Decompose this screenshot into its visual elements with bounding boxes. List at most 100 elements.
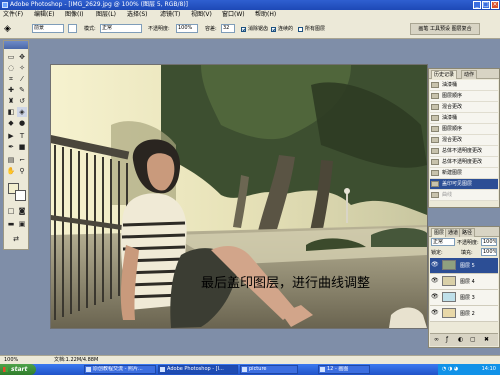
- move-tool-icon[interactable]: ✥: [17, 52, 27, 62]
- palette-well-tabs[interactable]: 画笔 工具预设 图层复合: [410, 23, 480, 35]
- menu-layer[interactable]: 图层(L): [96, 10, 116, 20]
- menu-help[interactable]: 帮助(H): [255, 10, 276, 20]
- background-color-swatch[interactable]: [15, 190, 26, 201]
- taskbar-item[interactable]: picture: [240, 365, 298, 374]
- history-item[interactable]: 混合更改: [430, 102, 498, 113]
- history-item[interactable]: 图层顺序: [430, 91, 498, 102]
- slice-tool-icon[interactable]: ⁄: [17, 74, 27, 84]
- menu-window[interactable]: 窗口(W): [222, 10, 245, 20]
- clone-stamp-icon[interactable]: ♜: [6, 96, 16, 106]
- path-selection-icon[interactable]: ▶: [6, 131, 16, 141]
- dodge-tool-icon[interactable]: ●: [17, 118, 27, 128]
- eye-icon[interactable]: 👁: [431, 262, 439, 268]
- layer-opacity-label: 不透明度:: [457, 240, 479, 246]
- menu-image[interactable]: 图像(I): [65, 10, 83, 20]
- layer-name: 图层 2: [460, 311, 475, 317]
- mode-select[interactable]: 正常: [100, 24, 142, 33]
- tab-history[interactable]: 历史记录: [431, 70, 458, 79]
- eye-icon[interactable]: 👁: [431, 310, 439, 316]
- brush-tool-icon[interactable]: ✎: [17, 85, 27, 95]
- mask-icon[interactable]: ◐: [458, 336, 463, 343]
- menu-file[interactable]: 文件(F): [3, 10, 23, 20]
- taskbar-item[interactable]: 12 - 画图: [318, 365, 370, 374]
- layer-name: 图层 4: [460, 279, 475, 285]
- paint-bucket-tool-icon[interactable]: ◈: [17, 107, 27, 117]
- fullscreen-mode-icon[interactable]: ▣: [17, 219, 27, 229]
- tray-icons[interactable]: ◔ ◑ ◕: [442, 364, 458, 375]
- type-tool-icon[interactable]: T: [17, 131, 27, 141]
- blend-mode-select[interactable]: 正常: [431, 238, 455, 246]
- contiguous-checkbox[interactable]: [271, 27, 276, 32]
- fill-source-select[interactable]: 前景: [32, 24, 64, 33]
- magic-wand-tool-icon[interactable]: ✧: [17, 63, 27, 73]
- maximize-button[interactable]: □: [482, 1, 490, 9]
- windows-logo-icon: [3, 367, 8, 372]
- layer-style-icon[interactable]: ƒ: [446, 336, 448, 343]
- layer-thumbnail: [442, 308, 456, 318]
- layer-row[interactable]: 👁 图层 3: [430, 290, 498, 306]
- link-icon[interactable]: ∞: [434, 336, 439, 343]
- zoom-tool-icon[interactable]: ⚲: [17, 166, 27, 176]
- layer-row[interactable]: 👁 图层 2: [430, 306, 498, 322]
- opacity-label: 不透明度:: [148, 26, 170, 32]
- windows-taskbar: start 原创教程交流 - 照片... Adobe Photoshop - […: [0, 364, 500, 375]
- shape-tool-icon[interactable]: ■: [17, 142, 27, 152]
- eye-icon[interactable]: 👁: [431, 278, 439, 284]
- tab-paths[interactable]: 路径: [459, 228, 476, 237]
- screen-mode-icon[interactable]: ▬: [6, 219, 16, 229]
- taskbar-item-active[interactable]: Adobe Photoshop - [I...: [158, 365, 238, 374]
- tab-actions[interactable]: 动作: [461, 70, 478, 79]
- fill-field[interactable]: 100%: [481, 248, 497, 256]
- history-item[interactable]: 总体不透明度更改: [430, 157, 498, 168]
- new-layer-icon[interactable]: ▢: [470, 336, 476, 343]
- marquee-tool-icon[interactable]: ▭: [6, 52, 16, 62]
- eraser-tool-icon[interactable]: ◧: [6, 107, 16, 117]
- minimize-button[interactable]: _: [473, 1, 481, 9]
- eyedropper-tool-icon[interactable]: ⌐: [17, 155, 27, 165]
- history-item[interactable]: 混合更改: [430, 135, 498, 146]
- tolerance-field[interactable]: 32: [221, 24, 235, 33]
- paint-bucket-icon[interactable]: ◈: [4, 24, 14, 34]
- imageready-jump-icon[interactable]: ⇄: [11, 234, 21, 244]
- history-item[interactable]: 新建图层: [430, 168, 498, 179]
- crop-tool-icon[interactable]: ⌗: [6, 74, 16, 84]
- blur-tool-icon[interactable]: ◆: [6, 118, 16, 128]
- taskbar-item[interactable]: 原创教程交流 - 照片...: [84, 365, 156, 374]
- layer-row-selected[interactable]: 👁 图层 5: [430, 258, 498, 274]
- pen-tool-icon[interactable]: ✒: [6, 142, 16, 152]
- toolbox-header: [4, 41, 28, 49]
- overlay-caption: 最后盖印图层，进行曲线调整: [201, 276, 371, 291]
- lock-label: 锁定:: [431, 250, 443, 256]
- quickmask-mode-icon[interactable]: ◙: [17, 206, 27, 216]
- history-item[interactable]: 油漆桶: [430, 113, 498, 124]
- history-brush-icon[interactable]: ↺: [17, 96, 27, 106]
- history-item[interactable]: 油漆桶: [430, 80, 498, 91]
- photoshop-icon: [160, 367, 165, 372]
- history-item[interactable]: 曲线: [430, 190, 498, 201]
- history-state-icon: [431, 137, 439, 143]
- history-item[interactable]: 图层顺序: [430, 124, 498, 135]
- notes-tool-icon[interactable]: ▤: [6, 155, 16, 165]
- menu-filter[interactable]: 滤镜(T): [160, 10, 180, 20]
- standard-mode-icon[interactable]: □: [6, 206, 16, 216]
- opacity-field[interactable]: 100%: [176, 24, 198, 33]
- menu-view[interactable]: 视图(V): [191, 10, 212, 20]
- pattern-swatch[interactable]: [68, 24, 77, 33]
- start-button[interactable]: start: [0, 364, 36, 375]
- layer-opacity-field[interactable]: 100%: [481, 238, 497, 246]
- lasso-tool-icon[interactable]: ◌: [6, 63, 16, 73]
- hand-tool-icon[interactable]: ✋: [6, 166, 16, 176]
- healing-brush-icon[interactable]: ✚: [6, 85, 16, 95]
- contiguous-label: 连续的: [278, 26, 294, 32]
- layer-row[interactable]: 👁 图层 4: [430, 274, 498, 290]
- eye-icon[interactable]: 👁: [431, 294, 439, 300]
- antialias-checkbox[interactable]: [241, 27, 246, 32]
- trash-icon[interactable]: ✖: [484, 336, 489, 343]
- history-item-selected[interactable]: 盖印可见图层: [430, 179, 498, 190]
- close-button[interactable]: ×: [491, 1, 499, 9]
- history-item[interactable]: 总体不透明度更改: [430, 146, 498, 157]
- menu-edit[interactable]: 编辑(E): [34, 10, 54, 20]
- all-layers-checkbox[interactable]: [298, 27, 303, 32]
- menu-select[interactable]: 选择(S): [127, 10, 148, 20]
- document-canvas-window[interactable]: 最后盖印图层，进行曲线调整: [50, 64, 428, 329]
